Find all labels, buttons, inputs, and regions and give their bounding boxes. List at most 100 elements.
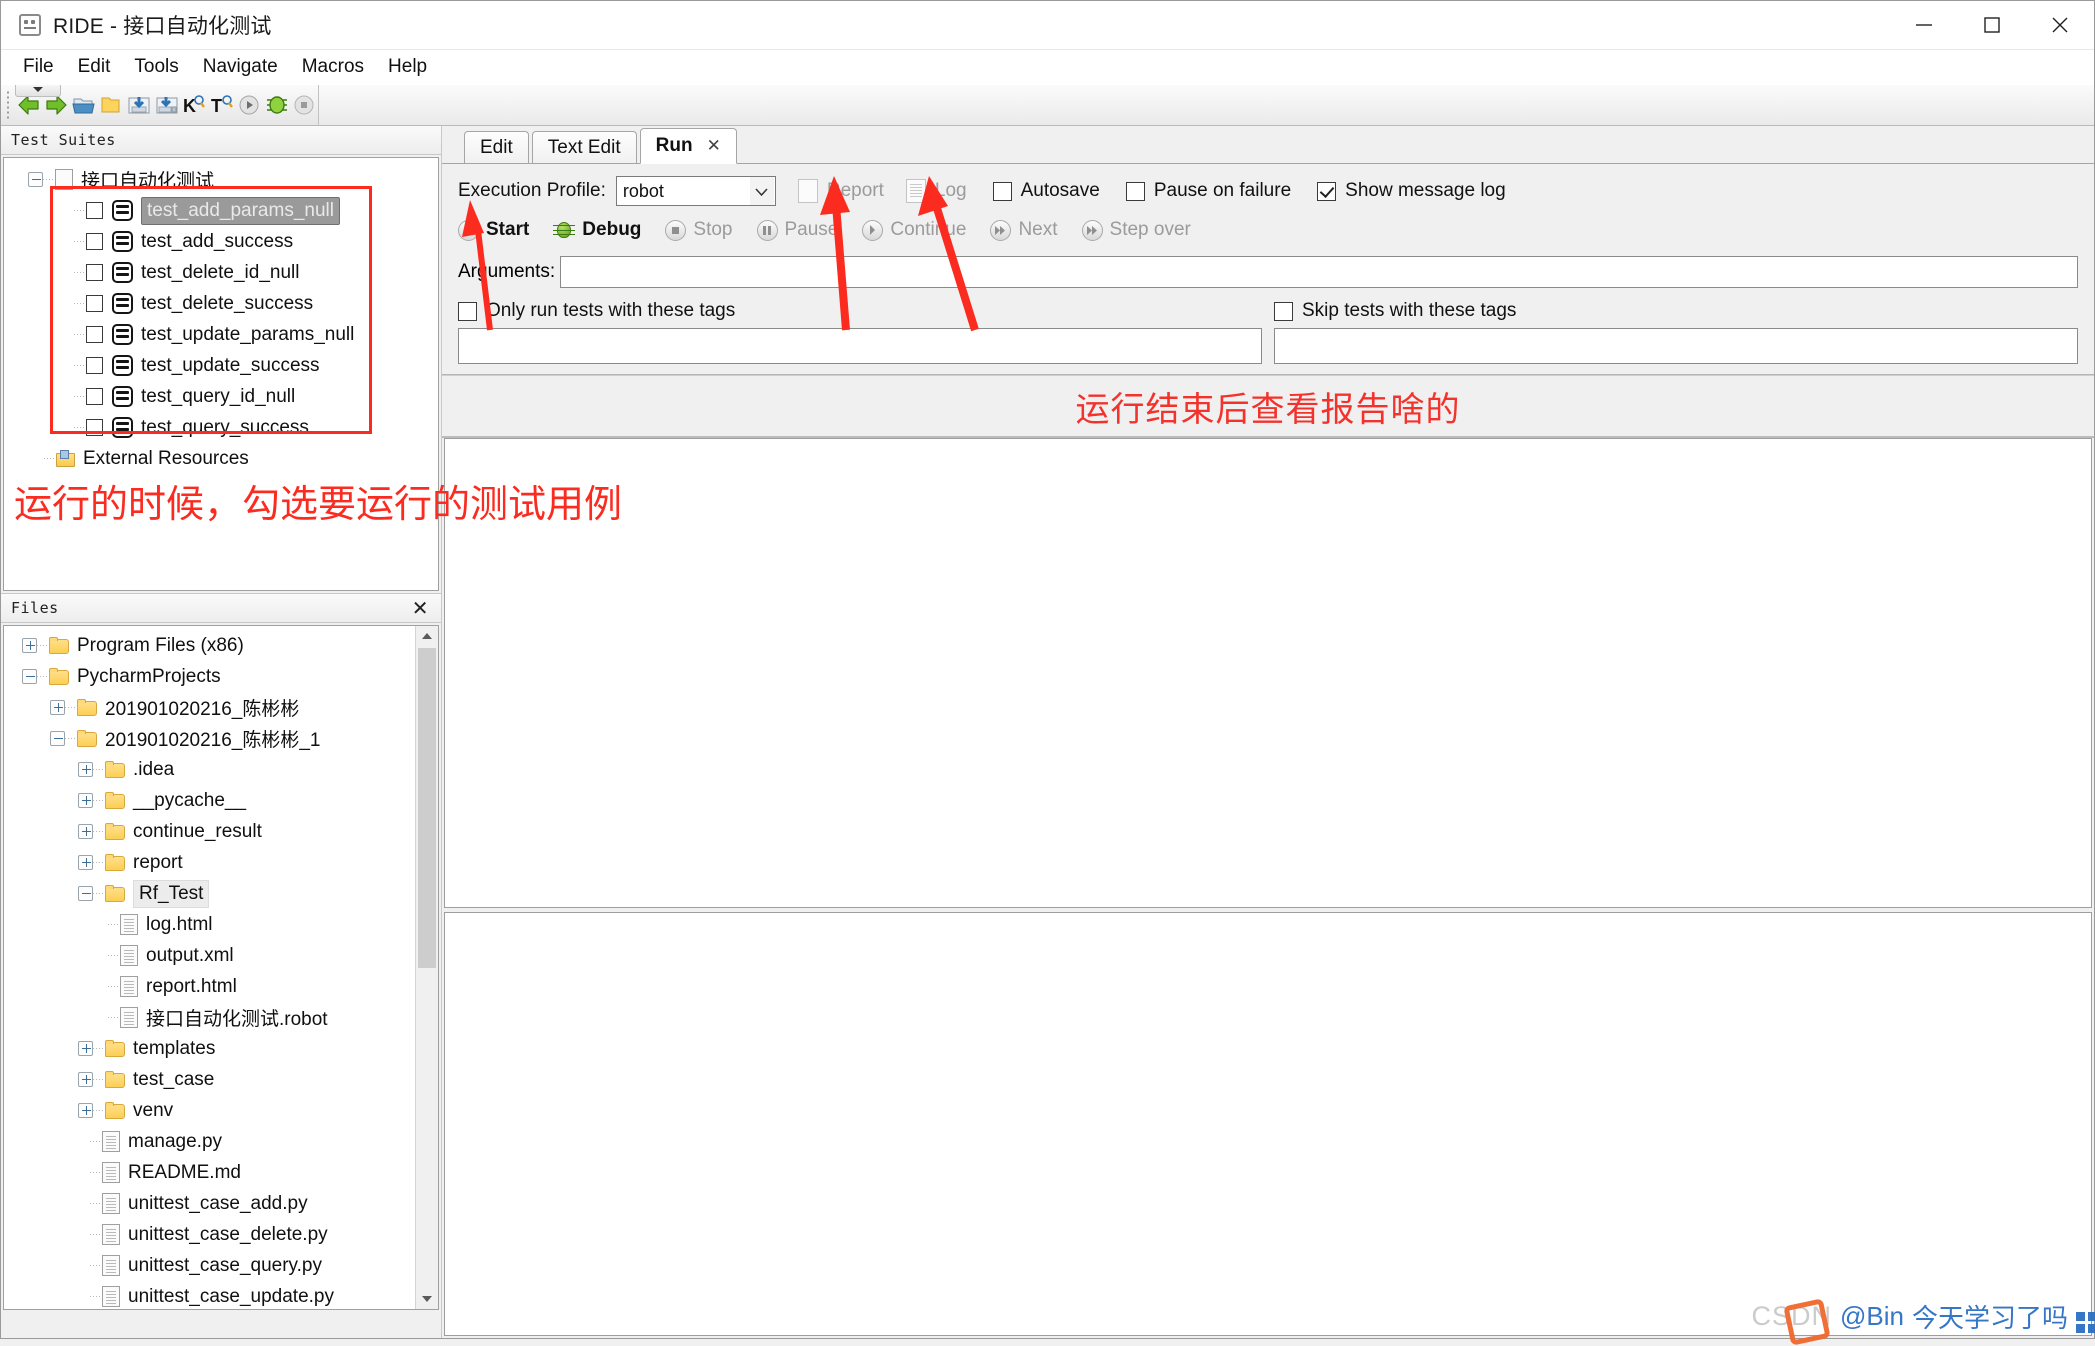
test-case-checkbox[interactable]: [86, 357, 103, 374]
tree-node-test-case[interactable]: test_query_id_null: [4, 381, 438, 412]
files-tree-container[interactable]: Program Files (x86) PycharmProjects 2019…: [3, 625, 439, 1310]
next-button[interactable]: Next: [990, 219, 1058, 241]
pause-on-failure-checkbox[interactable]: Pause on failure: [1125, 180, 1291, 202]
tab-text-edit[interactable]: Text Edit: [531, 131, 637, 163]
file-node[interactable]: README.md: [4, 1157, 415, 1188]
menu-navigate[interactable]: Navigate: [191, 53, 290, 81]
start-button[interactable]: Start: [458, 219, 529, 241]
file-node[interactable]: unittest_case_query.py: [4, 1250, 415, 1281]
file-node[interactable]: unittest_case_delete.py: [4, 1219, 415, 1250]
pause-button[interactable]: Pause: [756, 219, 838, 241]
stop-button[interactable]: Stop: [665, 219, 733, 241]
file-node[interactable]: log.html: [4, 909, 415, 940]
tab-edit[interactable]: Edit: [464, 131, 529, 163]
expand-toggle-icon[interactable]: [78, 1103, 93, 1118]
test-case-checkbox[interactable]: [86, 202, 103, 219]
expand-toggle-icon[interactable]: [78, 1072, 93, 1087]
skip-tags-checkbox[interactable]: Skip tests with these tags: [1262, 300, 2078, 322]
scrollbar-thumb[interactable]: [418, 648, 436, 968]
expand-toggle-icon[interactable]: [78, 793, 93, 808]
show-message-log-checkbox-box[interactable]: [1317, 181, 1337, 201]
test-case-checkbox[interactable]: [86, 264, 103, 281]
tree-node-test-case[interactable]: test_update_params_null: [4, 319, 438, 350]
menu-help[interactable]: Help: [376, 53, 439, 81]
close-icon[interactable]: ✕: [707, 136, 721, 156]
menu-macros[interactable]: Macros: [290, 53, 376, 81]
close-button[interactable]: [2026, 1, 2094, 49]
run-icon[interactable]: [236, 90, 262, 120]
autosave-checkbox-box[interactable]: [992, 181, 1012, 201]
only-run-tags-checkbox-box[interactable]: [458, 301, 477, 321]
file-node[interactable]: Program Files (x86): [4, 630, 415, 661]
tree-node-external-resources[interactable]: External Resources: [4, 443, 438, 474]
file-node[interactable]: __pycache__: [4, 785, 415, 816]
collapse-toggle-icon[interactable]: [50, 731, 65, 746]
maximize-button[interactable]: [1958, 1, 2026, 49]
search-keyword-icon[interactable]: K: [181, 90, 207, 120]
file-node[interactable]: venv: [4, 1095, 415, 1126]
test-case-checkbox[interactable]: [86, 388, 103, 405]
expand-toggle-icon[interactable]: [78, 855, 93, 870]
only-run-tags-checkbox[interactable]: Only run tests with these tags: [458, 300, 1262, 322]
file-node[interactable]: report: [4, 847, 415, 878]
menu-file[interactable]: File: [11, 53, 66, 81]
test-suites-tree-container[interactable]: 接口自动化测试 test_add_params_null test_add_su…: [3, 157, 439, 591]
log-button[interactable]: Log: [905, 179, 967, 203]
debug-button[interactable]: Debug: [553, 219, 641, 241]
tree-node-test-case[interactable]: test_query_success: [4, 412, 438, 443]
file-node[interactable]: report.html: [4, 971, 415, 1002]
file-node[interactable]: PycharmProjects: [4, 661, 415, 692]
search-test-icon[interactable]: T: [209, 90, 235, 120]
tree-node-test-case[interactable]: test_delete_success: [4, 288, 438, 319]
expand-toggle-icon[interactable]: [78, 762, 93, 777]
file-node[interactable]: manage.py: [4, 1126, 415, 1157]
test-case-checkbox[interactable]: [86, 419, 103, 436]
skip-tags-checkbox-box[interactable]: [1274, 301, 1293, 321]
collapse-toggle-icon[interactable]: [28, 172, 43, 187]
files-scrollbar[interactable]: [415, 626, 438, 1309]
minimize-button[interactable]: [1890, 1, 1958, 49]
file-node[interactable]: unittest_case_add.py: [4, 1188, 415, 1219]
message-log-pane[interactable]: [444, 912, 2092, 1336]
file-node[interactable]: test_case: [4, 1064, 415, 1095]
test-case-checkbox[interactable]: [86, 233, 103, 250]
continue-button[interactable]: Continue: [862, 219, 966, 241]
stop-icon[interactable]: [291, 90, 317, 120]
file-node[interactable]: 201901020216_陈彬彬_1: [4, 723, 415, 754]
open-folder-icon[interactable]: [71, 90, 97, 120]
scroll-up-icon[interactable]: [416, 626, 438, 646]
save-all-icon[interactable]: [154, 90, 180, 120]
only-run-tags-input[interactable]: [458, 328, 1262, 364]
file-node[interactable]: 201901020216_陈彬彬: [4, 692, 415, 723]
show-message-log-checkbox[interactable]: Show message log: [1317, 180, 1506, 202]
expand-toggle-icon[interactable]: [78, 824, 93, 839]
menu-tools[interactable]: Tools: [122, 53, 190, 81]
close-icon[interactable]: ✕: [412, 596, 429, 621]
expand-toggle-icon[interactable]: [22, 638, 37, 653]
execution-profile-select[interactable]: robot: [615, 176, 776, 206]
test-case-checkbox[interactable]: [86, 295, 103, 312]
collapse-toggle-icon[interactable]: [22, 669, 37, 684]
tree-node-test-case[interactable]: test_add_success: [4, 226, 438, 257]
step-over-button[interactable]: Step over: [1081, 219, 1191, 241]
scroll-down-icon[interactable]: [416, 1289, 438, 1309]
skip-tags-input[interactable]: [1274, 328, 2078, 364]
autosave-checkbox[interactable]: Autosave: [992, 180, 1100, 202]
tab-run[interactable]: Run ✕: [639, 128, 737, 164]
tree-node-test-case[interactable]: test_delete_id_null: [4, 257, 438, 288]
new-folder-icon[interactable]: [99, 90, 125, 120]
file-node[interactable]: templates: [4, 1033, 415, 1064]
file-node[interactable]: 接口自动化测试.robot: [4, 1002, 415, 1033]
file-node[interactable]: .idea: [4, 754, 415, 785]
debug-icon[interactable]: [264, 90, 290, 120]
file-node[interactable]: output.xml: [4, 940, 415, 971]
toolbar-overflow-icon[interactable]: [15, 85, 61, 97]
tree-node-test-case[interactable]: test_update_success: [4, 350, 438, 381]
test-case-checkbox[interactable]: [86, 326, 103, 343]
expand-toggle-icon[interactable]: [50, 700, 65, 715]
run-output-pane[interactable]: [444, 438, 2092, 908]
file-node[interactable]: continue_result: [4, 816, 415, 847]
pause-on-failure-checkbox-box[interactable]: [1125, 181, 1145, 201]
save-icon[interactable]: [126, 90, 152, 120]
expand-toggle-icon[interactable]: [78, 1041, 93, 1056]
